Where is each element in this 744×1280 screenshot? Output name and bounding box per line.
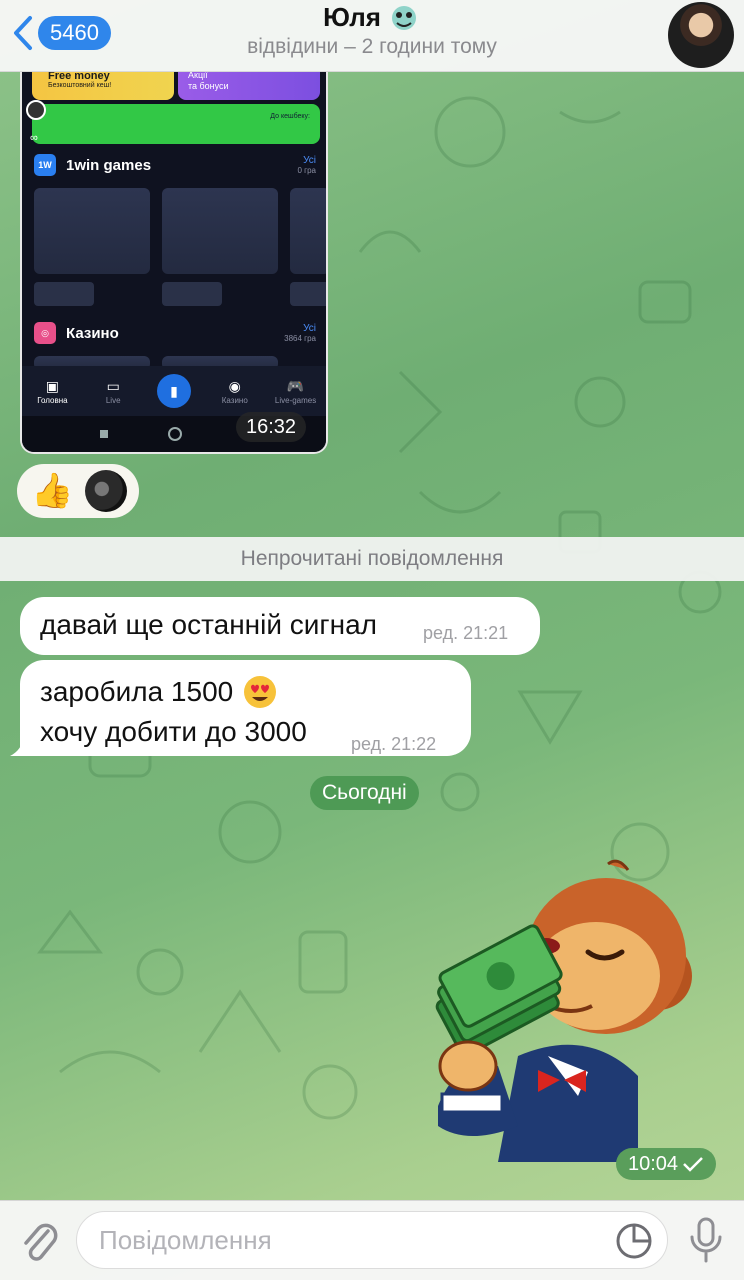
promo-bonuses: Акції та бонуси <box>178 72 320 100</box>
sticker-time: 10:04 <box>616 1148 717 1180</box>
chat-header: 5460 Юля відвідини – 2 години тому <box>0 0 744 72</box>
game-tile-label <box>162 282 222 306</box>
message-input[interactable] <box>76 1211 668 1269</box>
screenshot-image-message[interactable]: Free money Безкоштовний кеш! Акції та бо… <box>20 72 328 454</box>
section-casino-header: ◎ Казино Усі 3864 гра <box>34 322 316 344</box>
nav-live-games: 🎮 Live-games <box>267 378 325 405</box>
reactor-avatar <box>85 470 128 512</box>
game-tile-label <box>34 282 94 306</box>
game-tile <box>34 188 150 274</box>
date-separator: Сьогодні <box>310 776 419 810</box>
home-button-icon <box>168 427 182 441</box>
message-meta: ред. 21:21 <box>423 623 509 643</box>
message-text: давай ще останній сигнал <box>40 609 377 640</box>
nav-casino: ◉ Казино <box>206 378 264 405</box>
message-time: 16:32 <box>236 412 307 442</box>
read-checkmark-icon <box>683 1157 703 1172</box>
recents-icon <box>100 430 108 438</box>
nav-center: ▮ <box>145 374 203 408</box>
cashback-banner: До кешбеку: <box>32 104 320 144</box>
chip-icon: ◉ <box>228 377 241 394</box>
paperclip-icon[interactable] <box>18 1217 60 1265</box>
casino-icon: ◎ <box>34 322 56 344</box>
promo-free-money: Free money Безкоштовний кеш! <box>32 72 174 100</box>
gamepad-icon: 🎮 <box>286 377 305 394</box>
microphone-icon[interactable] <box>686 1215 726 1267</box>
chat-title-area[interactable]: Юля відвідини – 2 години тому <box>0 2 744 59</box>
center-app-icon: ▮ <box>156 374 191 408</box>
message-meta: ред. 21:22 <box>351 734 437 754</box>
chat-title: Юля <box>323 2 381 32</box>
incoming-message[interactable]: заробила 1500 хочу добити до 3000 ред. 2… <box>20 660 471 756</box>
incoming-message[interactable]: давай ще останній сигнал ред. 21:21 <box>20 597 540 655</box>
sticker-icon[interactable] <box>614 1221 654 1261</box>
heart-eyes-emoji-icon <box>244 676 277 708</box>
game-tile-label <box>290 282 326 306</box>
reaction-pill[interactable]: 👍 <box>17 464 139 518</box>
message-input-bar <box>0 1200 744 1280</box>
game-tile <box>290 188 326 274</box>
monkey-money-sticker[interactable] <box>428 856 708 1162</box>
contact-avatar[interactable] <box>668 2 734 68</box>
status-emoji-icon <box>391 5 416 30</box>
last-seen-status: відвідини – 2 години тому <box>247 35 497 58</box>
nav-live: ▭ Live <box>84 378 142 405</box>
unread-messages-divider: Непрочитані повідомлення <box>0 537 744 581</box>
app-bottom-nav: ▣ Головна ▭ Live ▮ ◉ Казино 🎮 Live-games <box>22 366 326 416</box>
1win-logo-icon: 1W <box>34 154 56 176</box>
message-text-line-1: заробила 1500 <box>40 676 234 707</box>
home-icon: ▣ <box>45 377 59 394</box>
nav-home: ▣ Головна <box>23 378 81 405</box>
section-games-header: 1W 1win games Усі 0 гра <box>34 154 316 176</box>
thumbs-up-icon: 👍 <box>31 472 74 510</box>
coin-icon <box>26 100 46 120</box>
tv-icon: ▭ <box>106 377 120 394</box>
link-icon: ∞ <box>30 132 38 144</box>
game-tile <box>162 188 278 274</box>
